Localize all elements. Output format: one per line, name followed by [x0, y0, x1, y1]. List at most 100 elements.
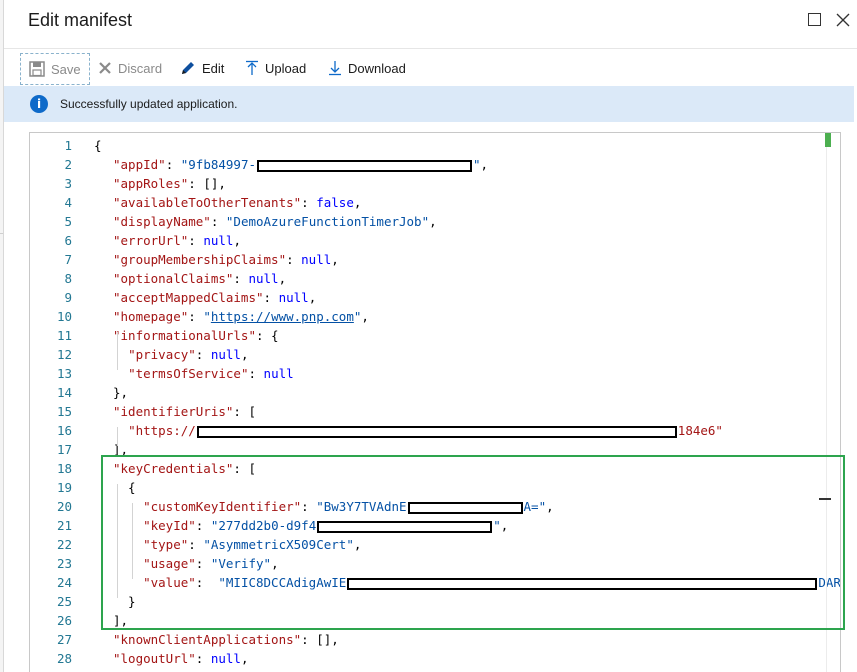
blade-header: Edit manifest [4, 0, 857, 46]
json-key: "termsOfService" [128, 366, 249, 381]
line-number: 16 [56, 423, 72, 438]
command-bar: Save Discard Edit Upload Download [4, 48, 857, 86]
json-string: " [203, 309, 211, 324]
code-line: "logoutUrl": null, [113, 649, 249, 668]
indent-guide [132, 503, 133, 579]
line-number: 22 [56, 537, 72, 552]
json-literal: null [203, 233, 234, 248]
line-number: 2 [64, 157, 72, 172]
json-literal: null [301, 252, 332, 267]
line-number: 19 [56, 480, 72, 495]
json-key: "homepage" [113, 309, 189, 324]
edit-button[interactable]: Edit [180, 49, 224, 87]
editor-scrollbar[interactable] [826, 133, 840, 672]
json-punctuation [113, 366, 128, 381]
json-string: "AsymmetricX509Cert" [203, 537, 354, 552]
json-punctuation: : [301, 195, 317, 210]
code-line: "https:// 184e6" [113, 421, 723, 440]
indent-guide [117, 484, 118, 598]
json-literal: null [210, 347, 241, 362]
download-button[interactable]: Download [328, 49, 406, 87]
notification-message: Successfully updated application. [60, 97, 238, 111]
discard-label: Discard [118, 60, 163, 76]
code-line: "appRoles": [], [113, 174, 226, 193]
json-punctuation: : [195, 556, 211, 571]
line-number: 11 [56, 328, 72, 343]
upload-button[interactable]: Upload [245, 49, 306, 87]
json-key: 184e6" [677, 423, 723, 438]
line-number: 14 [56, 385, 72, 400]
json-punctuation: , [353, 195, 362, 210]
json-punctuation: , [546, 499, 554, 514]
json-string: " [493, 518, 501, 533]
code-line: "acceptMappedClaims": null, [113, 288, 316, 307]
json-punctuation: : [188, 309, 204, 324]
code-line: "informationalUrls": { [113, 326, 279, 345]
line-number: 13 [56, 366, 72, 381]
json-punctuation [113, 423, 128, 438]
line-number: 18 [56, 461, 72, 476]
json-punctuation: , [271, 556, 279, 571]
manifest-code-editor[interactable]: 1 2 3 4 5 6 7 8 9 10 11 12 13 14 15 16 17 18 19 20 21 22 23 24 2… [29, 132, 841, 672]
json-key: "errorUrl" [113, 233, 189, 248]
line-number: 6 [64, 233, 72, 248]
download-icon [329, 61, 341, 76]
json-punctuation: }, [113, 385, 129, 400]
code-line: "knownClientApplications": [], [113, 630, 339, 649]
json-string: "DemoAzureFunctionTimerJob" [225, 214, 430, 229]
line-number: 9 [64, 290, 72, 305]
line-number: 4 [64, 195, 72, 210]
maximize-button[interactable] [807, 12, 823, 28]
json-literal: null [263, 366, 294, 381]
json-punctuation: : [233, 271, 249, 286]
json-string: "Bw3Y7TVAdnE [316, 499, 407, 514]
line-number: 27 [56, 632, 72, 647]
code-line: "privacy": null, [113, 345, 249, 364]
redaction-box [347, 577, 818, 590]
close-button[interactable] [835, 12, 851, 28]
edit-label: Edit [202, 60, 225, 76]
json-punctuation: : { [256, 328, 279, 343]
json-key: "keyId" [143, 518, 196, 533]
json-punctuation: , [278, 271, 287, 286]
json-punctuation: : [188, 537, 204, 552]
blade-title: Edit manifest [28, 10, 133, 30]
discard-button[interactable]: Discard [98, 49, 162, 87]
line-number: 5 [64, 214, 72, 229]
code-line: "customKeyIdentifier": "Bw3Y7TVAdnE A=", [113, 497, 554, 516]
json-punctuation: , [240, 347, 249, 362]
upload-icon [246, 60, 258, 75]
indent-guide [117, 427, 118, 446]
code-line: "availableToOtherTenants": false, [113, 193, 361, 212]
code-line: "groupMembershipClaims": null, [113, 250, 339, 269]
discard-icon [99, 62, 111, 74]
line-number: 8 [64, 271, 72, 286]
json-punctuation: : [263, 290, 279, 305]
json-string: "9fb84997- [180, 157, 257, 172]
json-literal: null [210, 651, 241, 666]
json-punctuation: , [429, 214, 437, 229]
json-punctuation: { [94, 138, 102, 153]
json-key: "acceptMappedClaims" [113, 290, 264, 305]
json-key: "https:// [128, 423, 196, 438]
json-literal: null [278, 290, 309, 305]
line-number: 23 [56, 556, 72, 571]
json-punctuation: , [500, 518, 509, 533]
json-string: "277dd2b0-d9f4 [210, 518, 317, 533]
json-punctuation: : [195, 518, 211, 533]
save-button[interactable]: Save [20, 53, 90, 85]
code-line: ], [113, 440, 128, 459]
json-string: " [473, 157, 481, 172]
json-key: "appRoles" [113, 176, 189, 191]
code-line: { [94, 136, 102, 155]
json-key: "type" [143, 537, 189, 552]
save-icon [29, 61, 45, 77]
line-number-gutter: 1 2 3 4 5 6 7 8 9 10 11 12 13 14 15 16 17 18 19 20 21 22 23 24 2… [30, 133, 74, 672]
line-number: 15 [56, 404, 72, 419]
json-key: "availableToOtherTenants" [113, 195, 302, 210]
json-punctuation: : [195, 347, 211, 362]
json-string: "Verify" [210, 556, 272, 571]
code-line: "displayName": "DemoAzureFunctionTimerJo… [113, 212, 437, 231]
json-punctuation: , [353, 537, 362, 552]
line-number: 25 [56, 594, 72, 609]
